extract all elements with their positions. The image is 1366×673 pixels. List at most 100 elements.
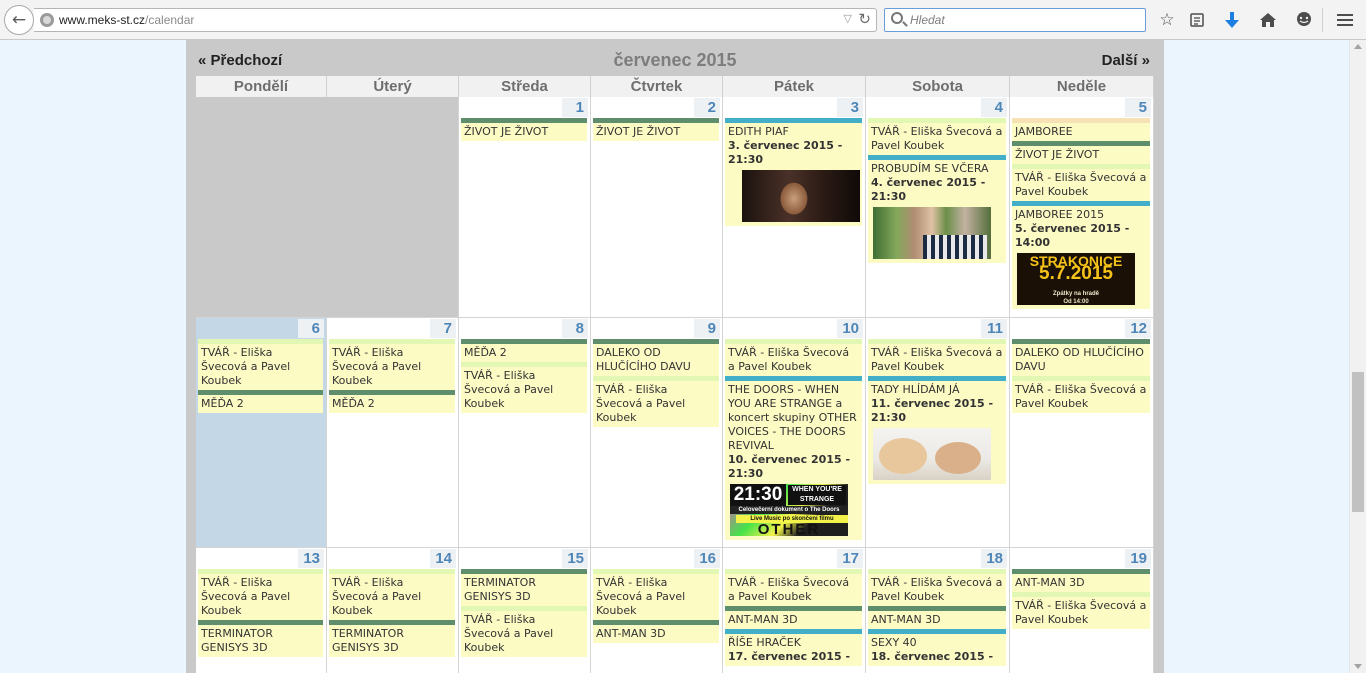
day-number[interactable]: 11 [981, 319, 1007, 338]
weekday-header: Čtvrtek [591, 76, 723, 97]
event-item[interactable]: ANT-MAN 3D [1012, 574, 1150, 592]
day-number[interactable]: 17 [837, 549, 863, 568]
event-item[interactable]: TVÁŘ - Eliška Švecová a Pavel Koubek [461, 611, 587, 657]
event-item[interactable]: ANT-MAN 3D [593, 625, 719, 643]
event-item[interactable]: TVÁŘ - Eliška Švecová a Pavel Koubek [725, 574, 862, 606]
event-item[interactable]: TERMINATOR GENISYS 3D [198, 625, 323, 657]
day-number[interactable]: 19 [1125, 549, 1151, 568]
event-item[interactable]: TVÁŘ - Eliška Švecová a Pavel Koubek [868, 123, 1006, 155]
calendar-page: « Předchozí červenec 2015 Další » Ponděl… [186, 40, 1164, 673]
event-item[interactable]: TERMINATOR GENISYS 3D [461, 574, 587, 606]
day-number[interactable]: 16 [694, 549, 720, 568]
event-item[interactable]: MĚĎA 2 [461, 344, 587, 362]
event-item[interactable]: TVÁŘ - Eliška Švecová a Pavel Koubek [868, 574, 1006, 606]
event-item[interactable]: TVÁŘ - Eliška Švecová a Pavel Koubek [1012, 381, 1150, 413]
event-item[interactable]: JAMBOREE [1012, 123, 1150, 141]
event-item[interactable]: TVÁŘ - Eliška Švecová a Pavel Koubek [198, 344, 323, 390]
event-item[interactable]: MĚĎA 2 [329, 395, 455, 413]
day-cell: 18 TVÁŘ - Eliška Švecová a Pavel Koubek … [866, 548, 1010, 673]
search-icon [891, 12, 903, 24]
day-number[interactable]: 5 [1125, 98, 1151, 117]
toolbar-separator [1322, 8, 1323, 32]
event-item[interactable]: ŽIVOT JE ŽIVOT [593, 123, 719, 141]
event-item[interactable]: MĚĎA 2 [198, 395, 323, 413]
day-number[interactable]: 14 [430, 549, 456, 568]
event-item[interactable]: TVÁŘ - Eliška Švecová a Pavel Koubek [1012, 169, 1150, 201]
day-number[interactable]: 18 [981, 549, 1007, 568]
event-item[interactable]: TVÁŘ - Eliška Švecová a Pavel Koubek [329, 344, 455, 390]
url-bar[interactable]: www.meks-st.cz/calendar ▽ ↻ [34, 8, 877, 32]
event-item[interactable]: TVÁŘ - Eliška Švecová a Pavel Koubek [725, 344, 862, 376]
back-arrow-icon[interactable]: ← [4, 5, 34, 35]
day-cell: 1 ŽIVOT JE ŽIVOT [459, 97, 591, 318]
page-scrollbar[interactable] [1349, 40, 1366, 673]
search-box[interactable]: Hledat [884, 8, 1146, 32]
download-icon[interactable] [1221, 9, 1243, 31]
event-item[interactable]: TVÁŘ - Eliška Švecová a Pavel Koubek [329, 574, 455, 620]
day-number[interactable]: 15 [562, 549, 588, 568]
weekday-header: Sobota [866, 76, 1010, 97]
event-datetime: 18. červenec 2015 - [871, 650, 994, 663]
event-item[interactable]: TVÁŘ - Eliška Švecová a Pavel Koubek [868, 344, 1006, 376]
scroll-up-arrow-icon[interactable] [1354, 44, 1362, 49]
hamburger-menu-icon[interactable] [1334, 9, 1356, 31]
day-number[interactable]: 6 [298, 319, 324, 338]
event-image[interactable] [873, 428, 991, 480]
event-title: JAMBOREE 2015 [1015, 208, 1105, 221]
event-item[interactable]: TADY HLÍDÁM JÁ 11. červenec 2015 - 21:30 [868, 381, 1006, 484]
event-image[interactable] [873, 207, 991, 259]
url-text[interactable]: www.meks-st.cz/calendar [59, 13, 194, 27]
event-image[interactable]: 21:30 WHEN YOU'RE STRANGE Celovečerní do… [730, 484, 848, 536]
event-item[interactable]: JAMBOREE 2015 5. červenec 2015 - 14:00 S… [1012, 206, 1150, 309]
chat-bubble-icon[interactable] [1293, 9, 1315, 31]
event-title: PROBUDÍM SE VČERA [871, 162, 989, 175]
day-number[interactable]: 9 [694, 319, 720, 338]
next-month-link[interactable]: Další » [1102, 52, 1150, 69]
weekday-header: Středa [459, 76, 591, 97]
event-item[interactable]: TERMINATOR GENISYS 3D [329, 625, 455, 657]
event-datetime: 10. červenec 2015 - 21:30 [728, 453, 851, 480]
day-number[interactable]: 7 [430, 319, 456, 338]
event-image[interactable]: STRAKONICE 5.7.2015 Zpátky na hradě Od 1… [1017, 253, 1135, 305]
url-dropdown-icon[interactable]: ▽ [844, 12, 852, 25]
day-number[interactable]: 13 [298, 549, 324, 568]
event-item[interactable]: PROBUDÍM SE VČERA 4. červenec 2015 - 21:… [868, 160, 1006, 263]
day-number[interactable]: 10 [837, 319, 863, 338]
event-item[interactable]: SEXY 40 18. červenec 2015 - [868, 634, 1006, 666]
event-item[interactable]: TVÁŘ - Eliška Švecová a Pavel Koubek [593, 381, 719, 427]
event-item[interactable]: TVÁŘ - Eliška Švecová a Pavel Koubek [593, 574, 719, 620]
day-cell: 7 TVÁŘ - Eliška Švecová a Pavel Koubek M… [327, 318, 459, 548]
day-number[interactable]: 4 [981, 98, 1007, 117]
day-cell: 16 TVÁŘ - Eliška Švecová a Pavel Koubek … [591, 548, 723, 673]
event-item[interactable]: EDITH PIAF 3. červenec 2015 - 21:30 [725, 123, 862, 226]
scroll-down-arrow-icon[interactable] [1354, 664, 1362, 669]
event-item[interactable]: TVÁŘ - Eliška Švecová a Pavel Koubek [198, 574, 323, 620]
event-item[interactable]: TVÁŘ - Eliška Švecová a Pavel Koubek [1012, 597, 1150, 629]
event-item[interactable]: DALEKO OD HLUČÍCÍHO DAVU [1012, 344, 1150, 376]
event-item[interactable]: THE DOORS - WHEN YOU ARE STRANGE a konce… [725, 381, 862, 540]
poster-date: 5.7.2015 [1039, 263, 1113, 284]
event-item[interactable]: ŽIVOT JE ŽIVOT [461, 123, 587, 141]
event-image[interactable] [742, 170, 860, 222]
day-number[interactable]: 12 [1125, 319, 1151, 338]
day-number[interactable]: 3 [837, 98, 863, 117]
reload-icon[interactable]: ↻ [858, 10, 871, 28]
scroll-thumb[interactable] [1352, 372, 1364, 512]
home-icon[interactable] [1257, 9, 1279, 31]
day-number[interactable]: 1 [562, 98, 588, 117]
poster-band: OTHER [757, 521, 821, 537]
event-item[interactable]: ŽIVOT JE ŽIVOT [1012, 146, 1150, 164]
url-path: /calendar [145, 13, 195, 27]
day-number[interactable]: 2 [694, 98, 720, 117]
event-item[interactable]: ANT-MAN 3D [725, 611, 862, 629]
event-item[interactable]: DALEKO OD HLUČÍCÍHO DAVU [593, 344, 719, 376]
day-number[interactable]: 8 [562, 319, 588, 338]
reading-list-icon[interactable] [1186, 9, 1208, 31]
poster-line: Celovečerní dokument o The Doors [730, 506, 848, 514]
poster-time: 21:30 [730, 484, 786, 506]
bookmark-star-icon[interactable]: ☆ [1156, 9, 1178, 31]
event-item[interactable]: ŘÍŠE HRAČEK 17. červenec 2015 - [725, 634, 862, 666]
event-item[interactable]: TVÁŘ - Eliška Švecová a Pavel Koubek [461, 367, 587, 413]
event-item[interactable]: ANT-MAN 3D [868, 611, 1006, 629]
calendar-grid: Pondělí Úterý Středa Čtvrtek Pátek Sobot… [196, 76, 1154, 673]
